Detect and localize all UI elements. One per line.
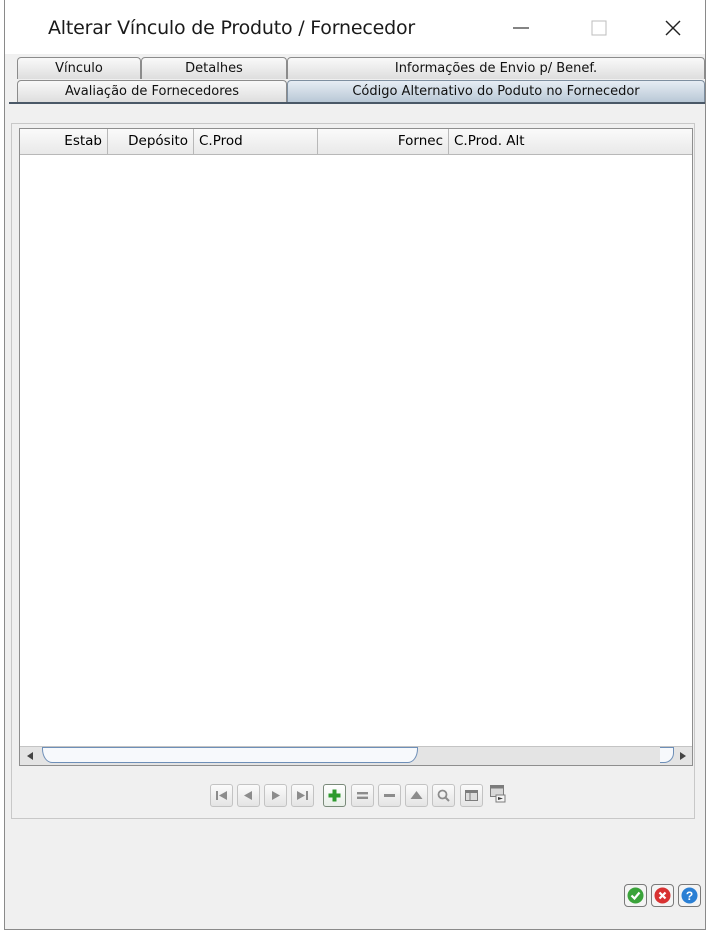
help-icon: ? xyxy=(681,887,698,904)
svg-text:?: ? xyxy=(686,889,693,903)
tab-detalhes[interactable]: Detalhes xyxy=(141,57,287,79)
export-button[interactable] xyxy=(488,784,511,807)
edit-record-button[interactable] xyxy=(405,784,428,807)
tab-divider xyxy=(9,102,705,104)
tab-codigo-alternativo[interactable]: Código Alternativo do Poduto no Forneced… xyxy=(287,80,705,102)
dialog-window: Alterar Vínculo de Produto / Fornecedor … xyxy=(4,0,706,930)
horizontal-scrollbar[interactable] xyxy=(20,746,692,765)
last-icon xyxy=(297,791,308,800)
next-icon xyxy=(272,791,280,800)
detail-record-button[interactable] xyxy=(460,784,483,807)
title-bar: Alterar Vínculo de Produto / Fornecedor xyxy=(5,0,705,54)
previous-icon xyxy=(244,791,252,800)
export-icon xyxy=(490,785,506,803)
close-icon xyxy=(665,20,681,36)
previous-record-button[interactable] xyxy=(237,784,260,807)
add-record-button[interactable] xyxy=(323,784,346,807)
next-record-button[interactable] xyxy=(264,784,287,807)
copy-icon xyxy=(357,792,368,799)
cancel-icon xyxy=(654,887,671,904)
data-grid[interactable]: Estab Depósito C.Prod Fornec C.Prod. Alt xyxy=(19,128,693,766)
first-icon xyxy=(216,791,227,800)
grid-header: Estab Depósito C.Prod Fornec C.Prod. Alt xyxy=(20,129,692,155)
detail-icon xyxy=(465,790,478,801)
add-icon xyxy=(328,789,341,802)
close-button[interactable] xyxy=(653,10,693,46)
column-header-cprod-alt[interactable]: C.Prod. Alt xyxy=(449,129,692,154)
column-header-estab[interactable]: Estab xyxy=(20,129,108,154)
up-icon xyxy=(410,791,423,799)
scrollbar-thumb[interactable] xyxy=(42,747,418,763)
window-title: Alterar Vínculo de Produto / Fornecedor xyxy=(48,17,415,39)
help-button[interactable]: ? xyxy=(678,884,701,907)
maximize-button[interactable] xyxy=(579,10,619,46)
last-record-button[interactable] xyxy=(291,784,314,807)
scrollbar-thumb-end xyxy=(660,747,674,763)
remove-record-button[interactable] xyxy=(378,784,401,807)
tab-informacoes-envio[interactable]: Informações de Envio p/ Benef. xyxy=(287,57,705,79)
ok-button[interactable] xyxy=(624,884,647,907)
scroll-left-icon[interactable] xyxy=(23,749,37,763)
first-record-button[interactable] xyxy=(210,784,233,807)
remove-icon xyxy=(384,794,395,797)
minimize-button[interactable] xyxy=(501,10,541,46)
scroll-right-icon[interactable] xyxy=(676,749,690,763)
tab-avaliacao-fornecedores[interactable]: Avaliação de Fornecedores xyxy=(17,80,287,102)
minimize-icon xyxy=(513,27,529,29)
cancel-button[interactable] xyxy=(651,884,674,907)
tab-vinculo[interactable]: Vínculo xyxy=(17,57,141,79)
column-header-deposito[interactable]: Depósito xyxy=(108,129,194,154)
column-header-fornec[interactable]: Fornec xyxy=(318,129,449,154)
maximize-icon xyxy=(591,20,607,36)
search-record-button[interactable] xyxy=(432,784,455,807)
column-header-cprod[interactable]: C.Prod xyxy=(194,129,318,154)
search-icon xyxy=(437,789,450,802)
copy-record-button[interactable] xyxy=(351,784,374,807)
ok-icon xyxy=(627,887,644,904)
